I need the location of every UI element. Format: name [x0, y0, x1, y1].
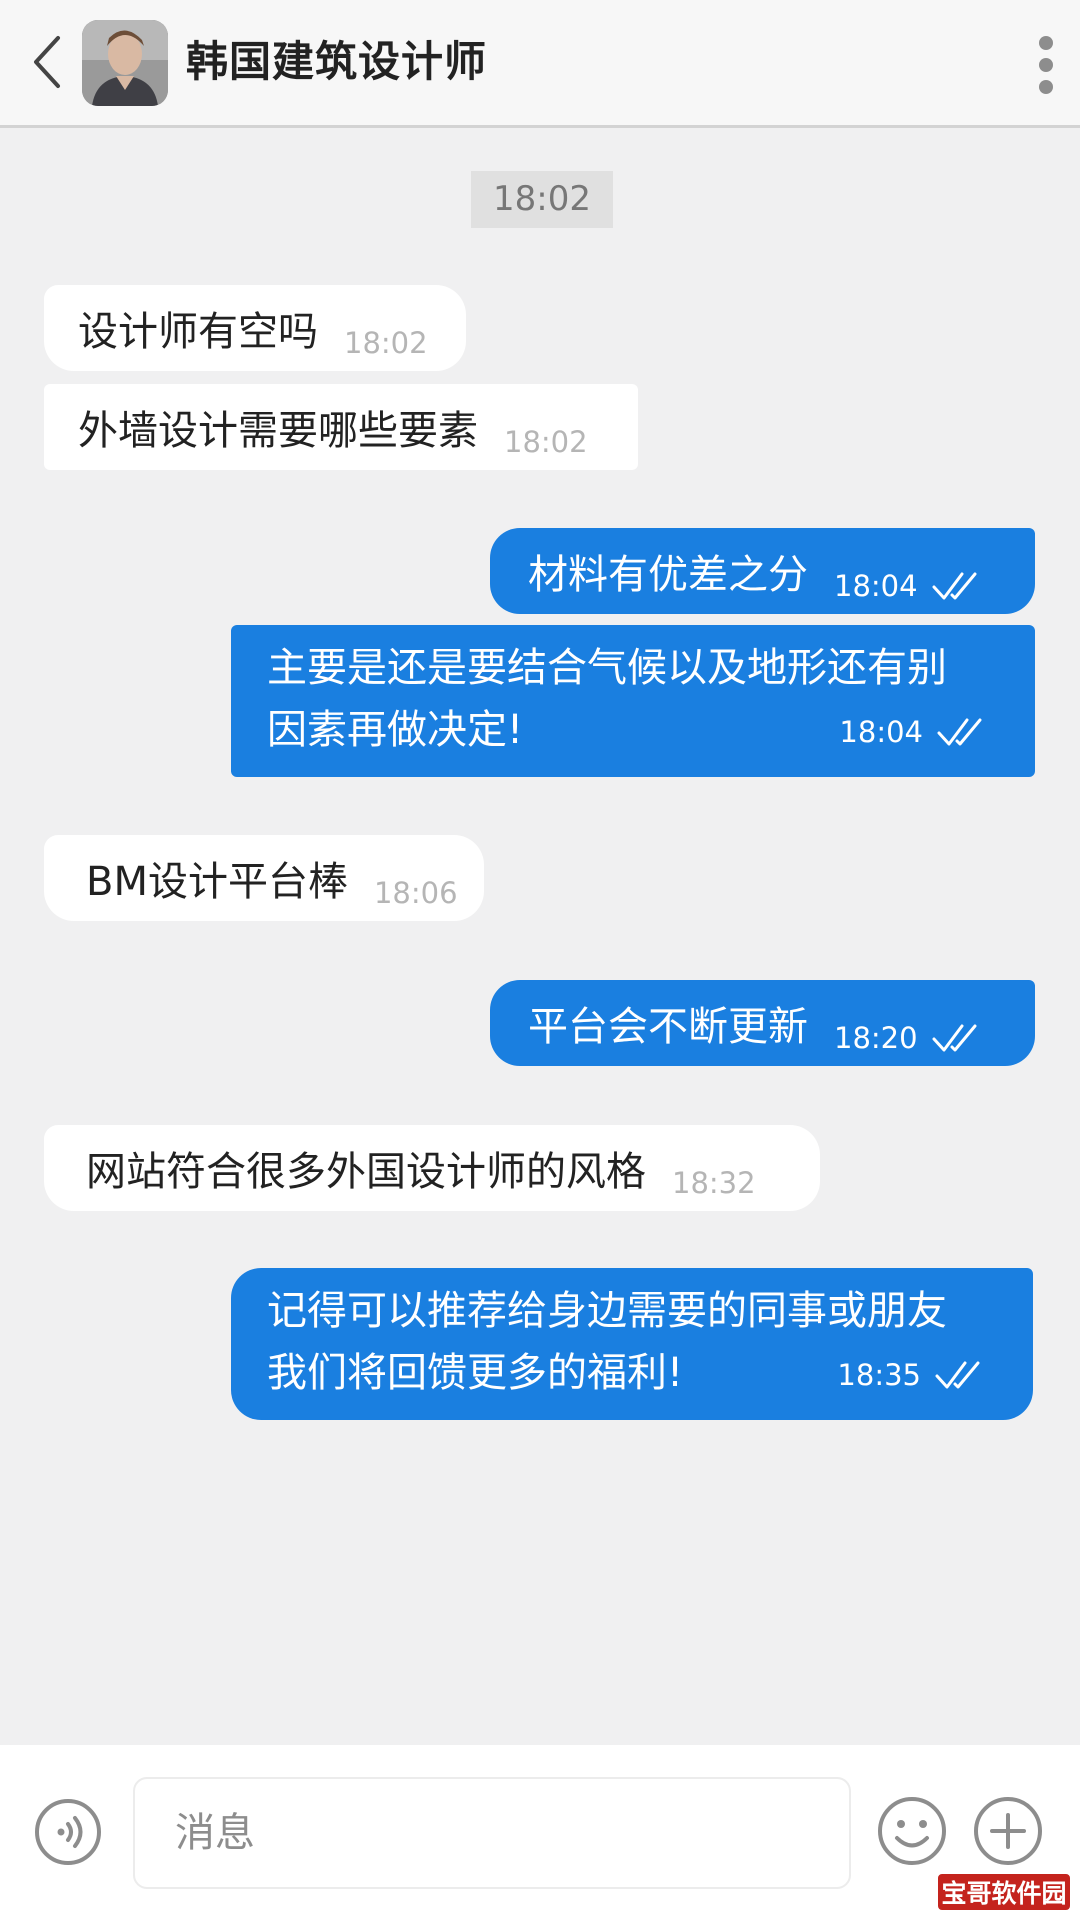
message-text: BM设计平台棒 — [86, 859, 348, 905]
message-time: 18:35 — [837, 1344, 991, 1406]
message-composer — [0, 1745, 1080, 1920]
message-text: 设计师有空吗 — [78, 309, 318, 355]
attach-button[interactable] — [972, 1795, 1044, 1867]
read-checkmark-icon — [932, 572, 977, 600]
message-time: 18:02 — [344, 326, 428, 360]
message-input[interactable] — [135, 1779, 849, 1887]
chevron-left-icon — [34, 36, 60, 88]
read-checkmark-icon — [932, 1024, 977, 1052]
message-text-line: 记得可以推荐给身边需要的同事或朋友 — [267, 1288, 947, 1334]
message-bubble-outgoing[interactable]: 记得可以推荐给身边需要的同事或朋友 我们将回馈更多的福利! 18:35 — [231, 1268, 1033, 1420]
more-options-button[interactable] — [1038, 36, 1054, 96]
message-time: 18:32 — [672, 1166, 756, 1200]
message-bubble-incoming[interactable]: 网站符合很多外国设计师的风格 18:32 — [44, 1125, 820, 1211]
read-checkmark-icon — [937, 718, 982, 746]
voice-button[interactable] — [33, 1797, 103, 1867]
plus-icon — [974, 1797, 1042, 1865]
voice-icon — [35, 1799, 101, 1865]
message-input-wrapper — [133, 1777, 851, 1889]
emoji-icon — [878, 1797, 946, 1865]
date-separator: 18:02 — [471, 171, 613, 228]
emoji-button[interactable] — [876, 1795, 948, 1867]
chat-title: 韩国建筑设计师 — [186, 37, 488, 86]
message-text: 材料有优差之分 — [528, 552, 808, 598]
message-bubble-outgoing[interactable]: 主要是还是要结合气候以及地形还有别 因素再做决定! 18:04 — [231, 625, 1035, 777]
avatar[interactable] — [82, 20, 168, 106]
message-time: 18:04 — [834, 562, 988, 614]
message-bubble-outgoing[interactable]: 材料有优差之分 18:04 — [490, 528, 1035, 614]
message-text: 网站符合很多外国设计师的风格 — [86, 1149, 646, 1195]
chat-header: 韩国建筑设计师 — [0, 0, 1080, 128]
message-bubble-outgoing[interactable]: 平台会不断更新 18:20 — [490, 980, 1035, 1066]
more-vertical-icon — [1039, 36, 1053, 50]
back-button[interactable] — [28, 30, 68, 94]
message-text: 外墙设计需要哪些要素 — [78, 408, 478, 454]
message-text: 平台会不断更新 — [528, 1004, 808, 1050]
message-text-line: 主要是还是要结合气候以及地形还有别 — [267, 645, 947, 691]
message-bubble-incoming[interactable]: 设计师有空吗 18:02 — [44, 285, 466, 371]
message-time: 18:04 — [839, 701, 993, 763]
message-time: 18:20 — [834, 1014, 988, 1066]
watermark-logo: 宝哥软件园 — [936, 1872, 1072, 1912]
message-bubble-incoming[interactable]: BM设计平台棒 18:06 — [44, 835, 484, 921]
message-bubble-incoming[interactable]: 外墙设计需要哪些要素 18:02 — [44, 384, 638, 470]
read-checkmark-icon — [935, 1361, 980, 1389]
message-time: 18:02 — [504, 425, 588, 459]
message-time: 18:06 — [373, 876, 458, 910]
